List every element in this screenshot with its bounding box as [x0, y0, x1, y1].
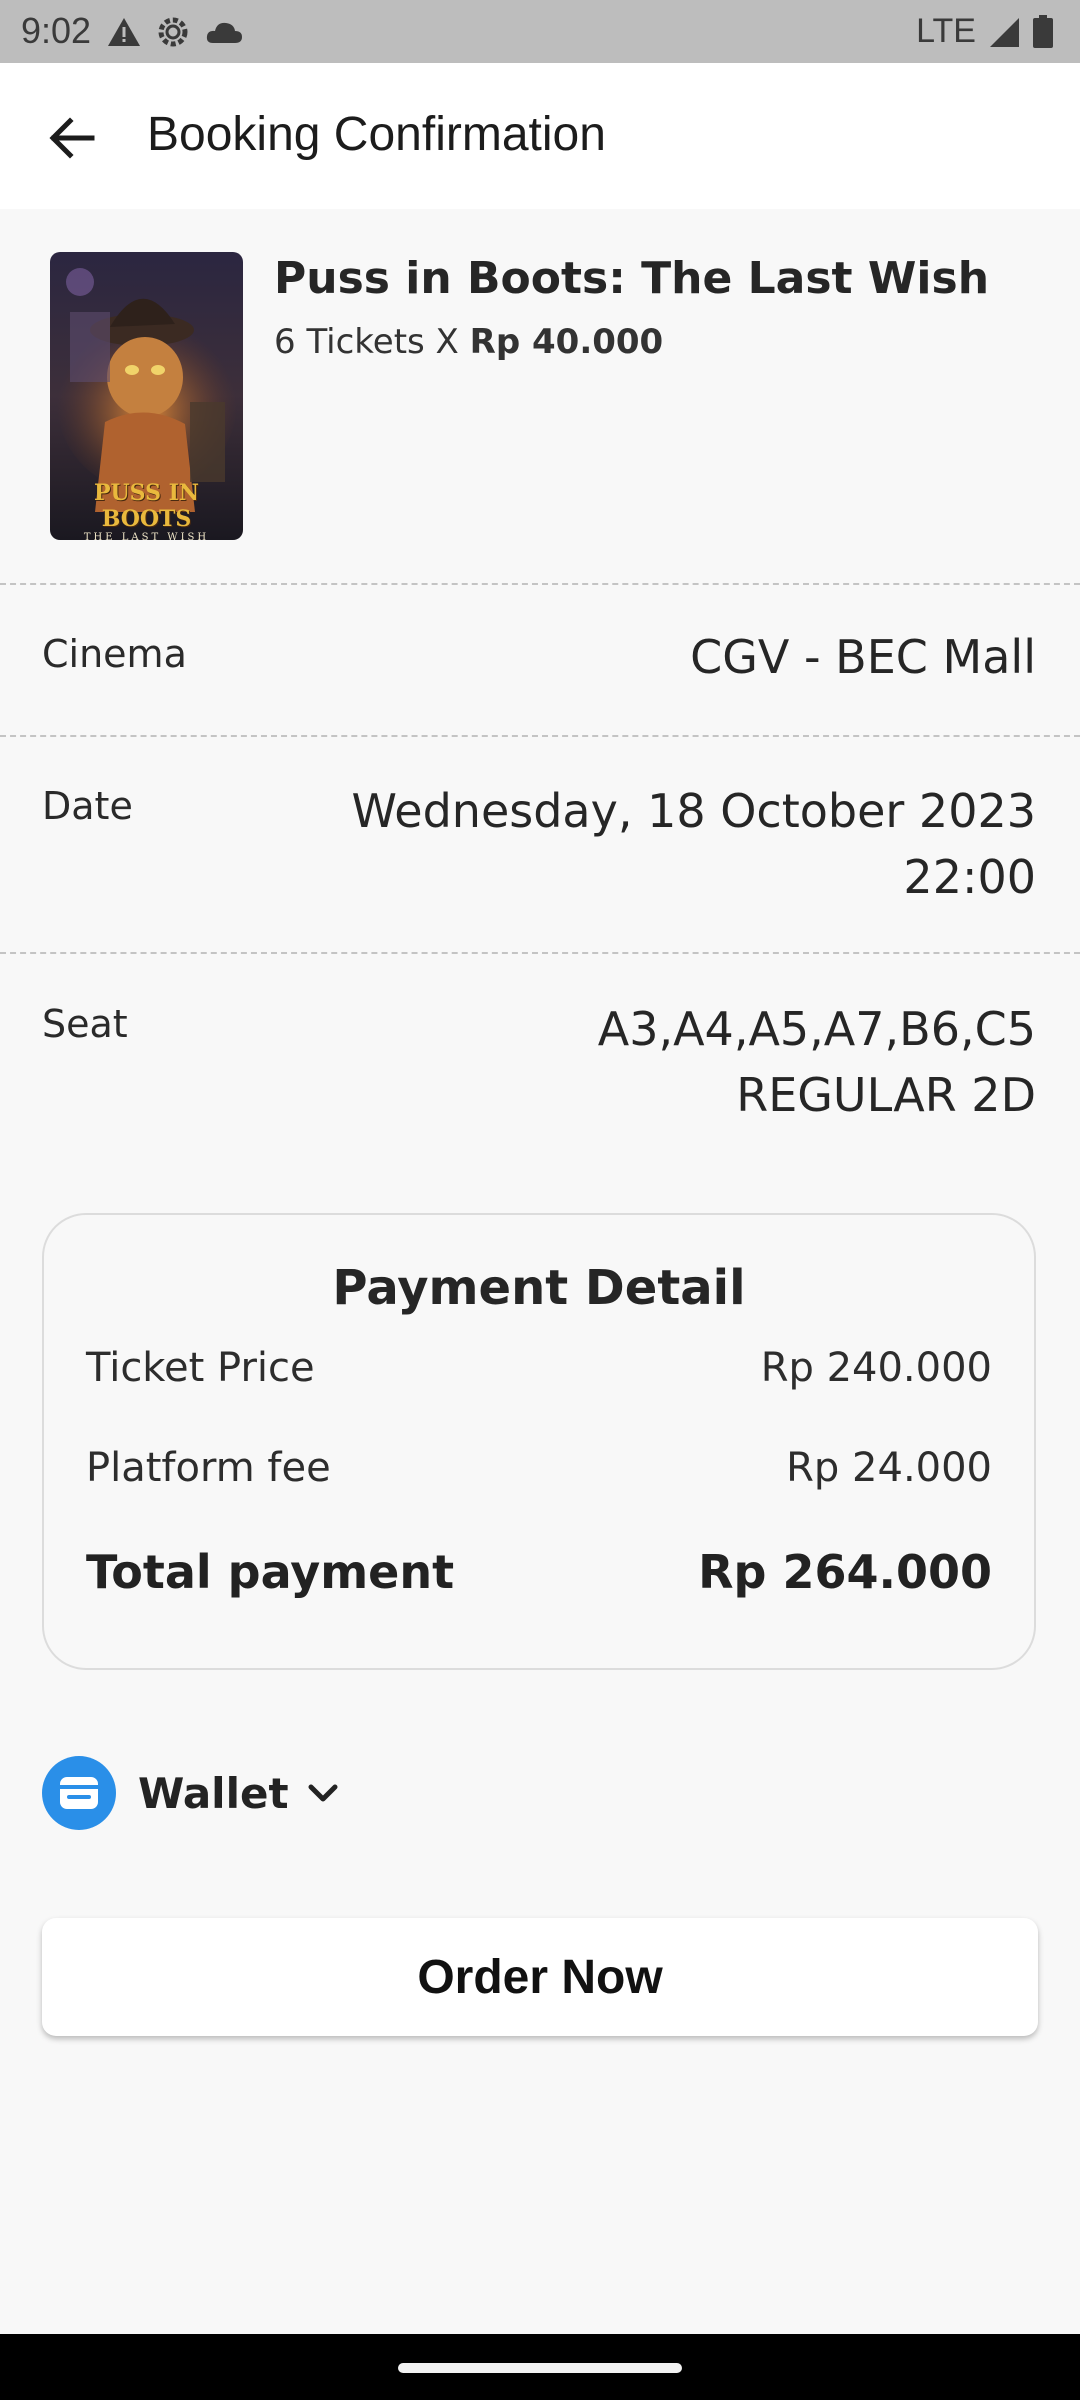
date-time: 22:00 — [903, 850, 1036, 904]
divider — [0, 952, 1080, 954]
seat-value: A3,A4,A5,A7,B6,C5 REGULAR 2D — [598, 996, 1036, 1128]
navigation-bar — [0, 2334, 1080, 2400]
movie-poster: PUSS IN BOOTS THE LAST WISH — [50, 252, 243, 540]
seat-numbers: A3,A4,A5,A7,B6,C5 — [597, 1002, 1036, 1056]
arrow-left-icon[interactable] — [42, 108, 102, 168]
divider — [0, 735, 1080, 737]
date-day: Wednesday, 18 October 2023 — [351, 784, 1037, 838]
seat-type: REGULAR 2D — [736, 1068, 1036, 1122]
poster-logo-line1: PUSS IN BOOTS — [93, 480, 200, 532]
date-value: Wednesday, 18 October 2023 22:00 — [352, 778, 1037, 910]
ticket-unit-price: Rp 40.000 — [469, 322, 664, 362]
cinema-name: CGV - BEC Mall — [690, 630, 1036, 684]
divider — [0, 583, 1080, 585]
cinema-value: CGV - BEC Mall — [690, 624, 1036, 690]
ticket-summary: 6 Tickets X Rp 40.000 — [274, 322, 663, 362]
wallet-icon — [42, 1756, 116, 1830]
wallet-label: Wallet — [138, 1768, 289, 1818]
payment-detail-card: Payment Detail Ticket Price Rp 240.000 P… — [42, 1213, 1036, 1670]
total-payment-row: Total payment Rp 264.000 — [86, 1545, 992, 1599]
ticket-price-value: Rp 240.000 — [760, 1345, 992, 1391]
battery-icon — [1033, 14, 1053, 48]
status-bar: 9:02 LTE — [0, 0, 1080, 63]
cloud-icon — [206, 22, 242, 43]
ticket-price-row: Ticket Price Rp 240.000 — [86, 1345, 992, 1391]
ticket-count: 6 Tickets X — [274, 322, 459, 362]
signal-icon — [990, 17, 1019, 47]
total-payment-label: Total payment — [86, 1545, 455, 1599]
movie-title: Puss in Boots: The Last Wish — [274, 253, 990, 304]
total-payment-value: Rp 264.000 — [698, 1545, 992, 1599]
network-label: LTE — [916, 12, 976, 50]
settings-icon — [158, 17, 188, 47]
platform-fee-row: Platform fee Rp 24.000 — [86, 1445, 992, 1491]
date-label: Date — [42, 784, 133, 828]
platform-fee-label: Platform fee — [86, 1445, 331, 1491]
seat-label: Seat — [42, 1002, 128, 1046]
poster-logo-line2: THE LAST WISH — [83, 532, 210, 540]
cinema-label: Cinema — [42, 632, 187, 676]
platform-fee-value: Rp 24.000 — [786, 1445, 992, 1491]
alert-icon — [108, 18, 140, 46]
chevron-down-icon — [308, 1784, 338, 1802]
status-time: 9:02 — [21, 10, 92, 51]
status-icons-right: LTE — [916, 12, 1054, 51]
payment-detail-title: Payment Detail — [332, 1260, 746, 1316]
page-title: Booking Confirmation — [147, 108, 606, 161]
home-indicator[interactable] — [398, 2363, 682, 2373]
app-bar: Booking Confirmation — [0, 63, 1080, 209]
order-now-button[interactable]: Order Now — [42, 1918, 1038, 2036]
status-icons-left — [107, 14, 243, 50]
poster-title-logo: PUSS IN BOOTS THE LAST WISH — [50, 480, 243, 540]
ticket-price-label: Ticket Price — [86, 1345, 315, 1391]
wallet-selector[interactable]: Wallet — [42, 1756, 343, 1830]
